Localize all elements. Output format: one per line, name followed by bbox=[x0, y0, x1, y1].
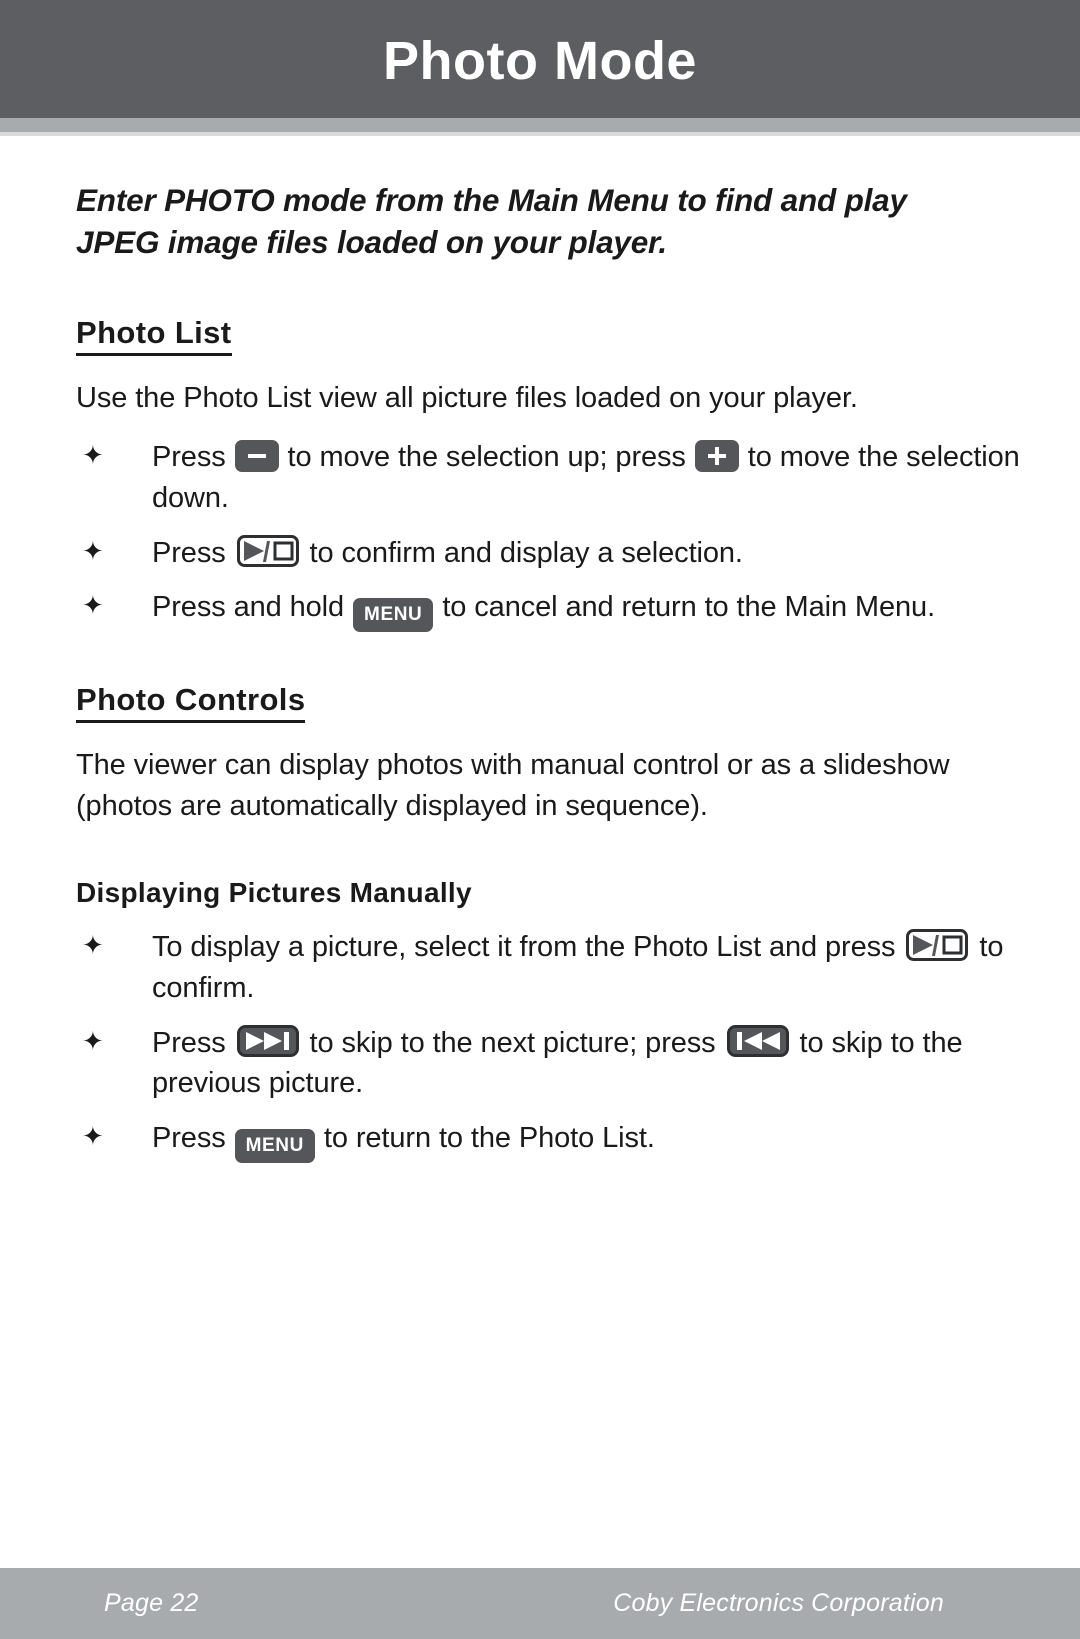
list-item: ✦ To display a picture, select it from th… bbox=[76, 927, 1022, 1008]
list-item: ✦ Press to move the selection up; press t… bbox=[76, 437, 1022, 518]
intro-paragraph: Enter PHOTO mode from the Main Menu to f… bbox=[76, 182, 907, 260]
photo-list-body: Use the Photo List view all picture file… bbox=[76, 382, 858, 415]
photo-list-section: Photo List bbox=[76, 263, 1022, 357]
list-item: ✦ Press MENU to return to the Photo List. bbox=[76, 1118, 1022, 1161]
star-bullet-icon: ✦ bbox=[82, 1025, 104, 1056]
skip-previous-button-icon[interactable] bbox=[726, 1024, 789, 1057]
text-run: Press bbox=[152, 1121, 234, 1154]
text-run: Press bbox=[152, 1026, 234, 1059]
text-run: Press bbox=[152, 441, 234, 474]
list-item-text: Press MENU to return to the Photo List. bbox=[152, 1118, 1022, 1161]
text-run: to return to the Photo List. bbox=[315, 1121, 655, 1154]
list-item: ✦ Press to confirm and display a selectio… bbox=[76, 533, 1022, 574]
play-pause-button-icon[interactable] bbox=[236, 534, 299, 567]
text-run: To display a picture, select it from the… bbox=[152, 931, 904, 964]
footer-page-number: Page 22 bbox=[104, 1589, 199, 1617]
star-bullet-icon: ✦ bbox=[82, 535, 104, 566]
page-content: Enter PHOTO mode from the Main Menu to f… bbox=[0, 136, 1080, 1161]
text-run: to move the selection up; press bbox=[279, 441, 694, 474]
page-header: Photo Mode bbox=[0, 0, 1080, 118]
skip-next-button-icon[interactable] bbox=[236, 1024, 299, 1057]
text-run: to confirm and display a selection. bbox=[301, 536, 743, 569]
plus-button-icon[interactable] bbox=[696, 442, 737, 471]
displaying-pictures-manually-subheading: Displaying Pictures Manually bbox=[76, 877, 472, 909]
text-run: to cancel and return to the Main Menu. bbox=[434, 591, 936, 624]
page-footer: Page 22 Coby Electronics Corporation bbox=[0, 1568, 1080, 1639]
photo-controls-section: Photo Controls bbox=[76, 630, 1022, 724]
list-item: ✦ Press and hold MENU to cancel and retur… bbox=[76, 587, 1022, 631]
list-item-text: Press and hold MENU to cancel and return… bbox=[152, 587, 1022, 631]
list-item-text: Press to move the selection up; press to… bbox=[152, 437, 1022, 518]
text-run: Press bbox=[152, 536, 234, 569]
header-divider-band bbox=[0, 118, 1080, 132]
minus-button-icon[interactable] bbox=[236, 442, 277, 471]
play-pause-button-icon[interactable] bbox=[906, 929, 969, 962]
photo-list-heading: Photo List bbox=[76, 315, 232, 357]
page-title: Photo Mode bbox=[383, 31, 697, 91]
list-item: ✦ Press to skip to the next picture; pres… bbox=[76, 1023, 1022, 1104]
photo-controls-bullets: ✦ To display a picture, select it from th… bbox=[76, 927, 1022, 1161]
text-run: Press and hold bbox=[152, 591, 353, 624]
list-item-text: To display a picture, select it from the… bbox=[152, 927, 1022, 1008]
photo-controls-body: The viewer can display photos with manua… bbox=[76, 749, 950, 823]
star-bullet-icon: ✦ bbox=[82, 930, 104, 961]
star-bullet-icon: ✦ bbox=[82, 440, 104, 471]
photo-list-bullets: ✦ Press to move the selection up; press t… bbox=[76, 437, 1022, 631]
menu-button-icon[interactable]: MENU bbox=[236, 1130, 313, 1161]
menu-button-icon[interactable]: MENU bbox=[355, 600, 432, 631]
list-item-text: Press to skip to the next picture; press… bbox=[152, 1023, 1022, 1104]
footer-company-name: Coby Electronics Corporation bbox=[613, 1589, 944, 1617]
list-item-text: Press to confirm and display a selection… bbox=[152, 533, 1022, 574]
star-bullet-icon: ✦ bbox=[82, 1120, 104, 1151]
photo-controls-heading: Photo Controls bbox=[76, 682, 306, 724]
text-run: to skip to the next picture; press bbox=[301, 1026, 724, 1059]
star-bullet-icon: ✦ bbox=[82, 590, 104, 621]
